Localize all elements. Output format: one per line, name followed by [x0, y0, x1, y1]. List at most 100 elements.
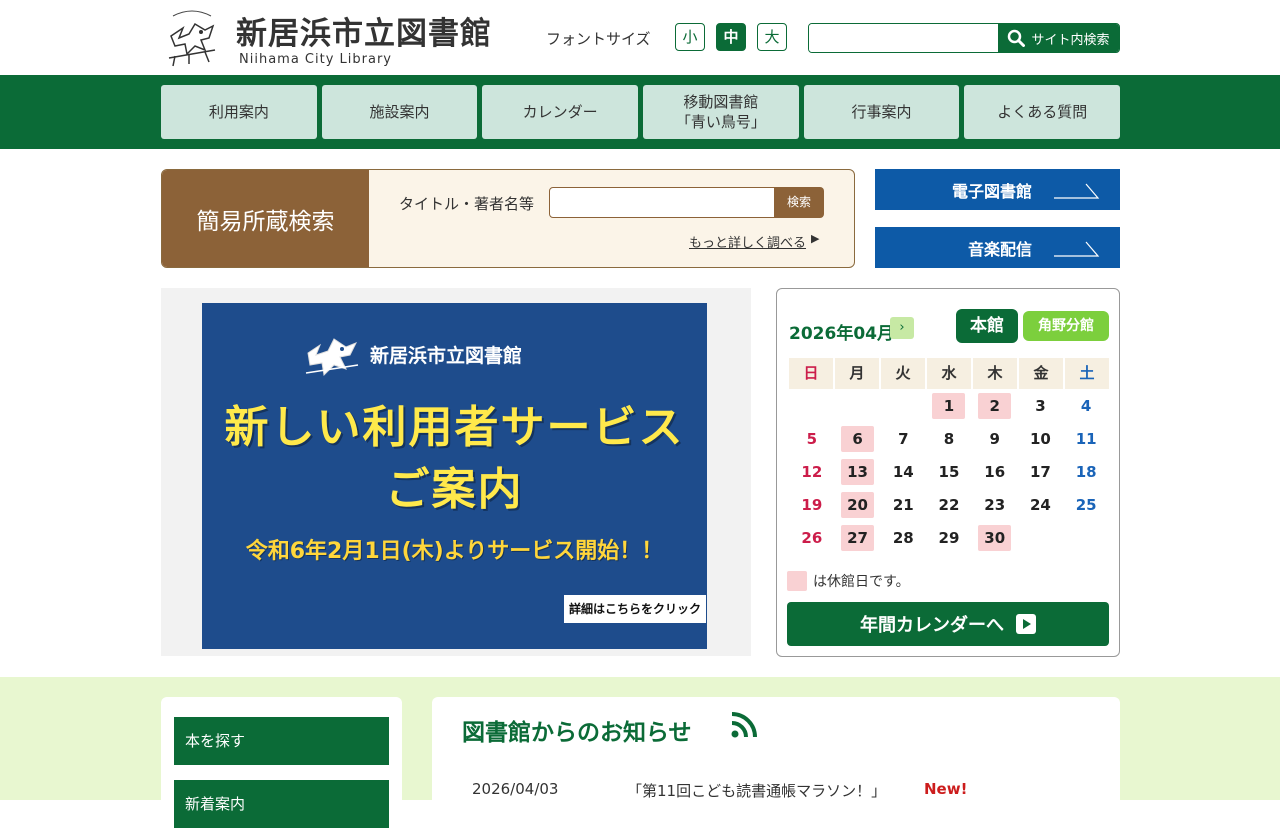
site-search-button[interactable]: サイト内検索 — [998, 24, 1119, 52]
library-logo-icon[interactable] — [165, 6, 219, 68]
catalog-search-button[interactable]: 検索 — [774, 187, 824, 218]
calendar-day: 4 — [1063, 393, 1109, 419]
calendar-weekday: 日 — [789, 358, 833, 389]
calendar-day: 9 — [972, 426, 1018, 452]
side-menu: 本を探す 新着案内 — [161, 697, 402, 828]
service-banner[interactable]: 新居浜市立図書館 新しい利用者サービス ご案内 令和6年2月1日(木)よりサービ… — [161, 288, 751, 656]
calendar-legend-text: は休館日です。 — [813, 574, 910, 590]
calendar-day-number: 28 — [892, 529, 914, 547]
calendar-day: 14 — [880, 459, 926, 485]
calendar-day: 21 — [880, 492, 926, 518]
calendar-day-number: 26 — [801, 529, 823, 547]
calendar-weekday: 金 — [1019, 358, 1063, 389]
calendar-tab-branch-library[interactable]: 角野分館 — [1023, 311, 1109, 341]
site-title[interactable]: 新居浜市立図書館 — [236, 8, 492, 53]
nav-item-facilities[interactable]: 施設案内 — [321, 85, 478, 139]
calendar-day-number: 21 — [892, 496, 914, 514]
calendar-day: 22 — [926, 492, 972, 518]
calendar-day: 17 — [1018, 459, 1064, 485]
calendar-day-number: 27 — [841, 525, 875, 551]
nav-item-calendar[interactable]: カレンダー — [482, 85, 639, 139]
calendar-next-month-button[interactable]: › — [890, 317, 914, 339]
side-link-new-arrivals[interactable]: 新着案内 — [174, 780, 389, 828]
calendar-day-number: 20 — [841, 492, 875, 518]
font-size-small-button[interactable]: 小 — [675, 23, 705, 51]
calendar-empty-cell — [1063, 525, 1109, 551]
calendar-day-number: 23 — [984, 496, 1006, 514]
calendar-day: 29 — [926, 525, 972, 551]
calendar-empty-cell — [789, 393, 835, 419]
catalog-search: 簡易所蔵検索 タイトル・著者名等 検索 もっと詳しく調べる ▶ — [161, 169, 855, 268]
banner-title-line1: 新しい利用者サービス — [224, 402, 685, 453]
calendar-tab-main-library[interactable]: 本館 — [956, 309, 1018, 343]
calendar-weekday: 土 — [1065, 358, 1109, 389]
side-link-find-books[interactable]: 本を探す — [174, 717, 389, 765]
site-subtitle: Niihama City Library — [239, 52, 392, 67]
calendar-empty-cell — [880, 393, 926, 419]
site-search: サイト内検索 — [808, 23, 1120, 53]
font-size-large-button[interactable]: 大 — [757, 23, 787, 51]
calendar-day: 15 — [926, 459, 972, 485]
calendar-day-number: 16 — [984, 463, 1006, 481]
site-header: 新居浜市立図書館 Niihama City Library フォントサイズ 小 … — [0, 0, 1280, 75]
calendar-day-number: 10 — [1029, 430, 1051, 448]
rss-icon[interactable] — [730, 711, 758, 739]
banner-detail-link[interactable]: 詳細はこちらをクリック — [564, 595, 706, 623]
calendar-day-number: 15 — [938, 463, 960, 481]
calendar-day: 28 — [880, 525, 926, 551]
arrow-right-icon — [1054, 241, 1100, 257]
calendar-widget: 2026年04月 › 本館 角野分館 日月火水木金土 1 2 3 4 5 6 7 8 9 10 11… — [776, 288, 1120, 657]
calendar-day: 30 — [972, 525, 1018, 551]
news-item-link[interactable]: 「第11回こども読書通帳マラソン！」 — [627, 780, 886, 801]
calendar-day: 24 — [1018, 492, 1064, 518]
play-icon — [1016, 614, 1036, 634]
news-item-date: 2026/04/03 — [472, 780, 559, 798]
calendar-day-number: 2 — [978, 393, 1012, 419]
calendar-day-number — [1024, 525, 1057, 551]
calendar-day: 25 — [1063, 492, 1109, 518]
calendar-day: 20 — [835, 492, 881, 518]
ebook-library-button[interactable]: 電子図書館 — [875, 169, 1120, 210]
banner-date-line: 令和6年2月1日(木)よりサービス開始！！ — [245, 539, 664, 564]
music-streaming-button[interactable]: 音楽配信 — [875, 227, 1120, 268]
banner-library-name: 新居浜市立図書館 — [370, 345, 523, 367]
bottom-section: 本を探す 新着案内 図書館からのお知らせ 2026/04/03 「第11回こども… — [0, 677, 1280, 828]
calendar-day-number — [1070, 525, 1103, 551]
calendar-day-number: 7 — [898, 430, 909, 448]
calendar-day: 8 — [926, 426, 972, 452]
calendar-day-number — [795, 393, 828, 419]
calendar-day-number: 14 — [892, 463, 914, 481]
arrow-right-icon — [1054, 183, 1100, 199]
advanced-search-link[interactable]: もっと詳しく調べる — [689, 232, 806, 251]
calendar-day: 10 — [1018, 426, 1064, 452]
calendar-day: 13 — [835, 459, 881, 485]
catalog-search-input[interactable] — [549, 187, 775, 218]
nav-item-events[interactable]: 行事案内 — [803, 85, 960, 139]
font-size-label: フォントサイズ — [546, 30, 651, 48]
calendar-day: 5 — [789, 426, 835, 452]
catalog-search-label: 簡易所蔵検索 — [162, 170, 369, 267]
nav-item-mobile-library[interactable]: 移動図書館 「青い鳥号」 — [643, 85, 799, 139]
nav-item-faq[interactable]: よくある質問 — [964, 85, 1121, 139]
nav-item-guide[interactable]: 利用案内 — [161, 85, 317, 139]
calendar-day-number: 30 — [978, 525, 1012, 551]
calendar-empty-cell — [835, 393, 881, 419]
calendar-day: 19 — [789, 492, 835, 518]
calendar-days: 1 2 3 4 5 6 7 8 9 10 11 12 13 14 15 16 17 18 19 20 21 22 23 24 2… — [789, 393, 1109, 551]
calendar-weekday: 水 — [927, 358, 971, 389]
calendar-weekday: 月 — [835, 358, 879, 389]
calendar-day-number: 24 — [1029, 496, 1051, 514]
calendar-legend: は休館日です。 — [787, 571, 910, 591]
news-new-badge: New! — [924, 780, 968, 798]
calendar-day-number: 12 — [801, 463, 823, 481]
closed-day-swatch — [787, 571, 807, 591]
calendar-day: 2 — [972, 393, 1018, 419]
music-streaming-label: 音楽配信 — [967, 239, 1032, 259]
site-search-input[interactable] — [809, 24, 998, 52]
calendar-day-number: 8 — [943, 430, 955, 448]
global-nav: 利用案内 施設案内 カレンダー 移動図書館 「青い鳥号」 行事案内 よくある質問 — [0, 75, 1280, 149]
calendar-day-number: 4 — [1080, 397, 1092, 415]
font-size-medium-button[interactable]: 中 — [716, 23, 746, 51]
calendar-day: 12 — [789, 459, 835, 485]
annual-calendar-button[interactable]: 年間カレンダーへ — [787, 602, 1109, 646]
